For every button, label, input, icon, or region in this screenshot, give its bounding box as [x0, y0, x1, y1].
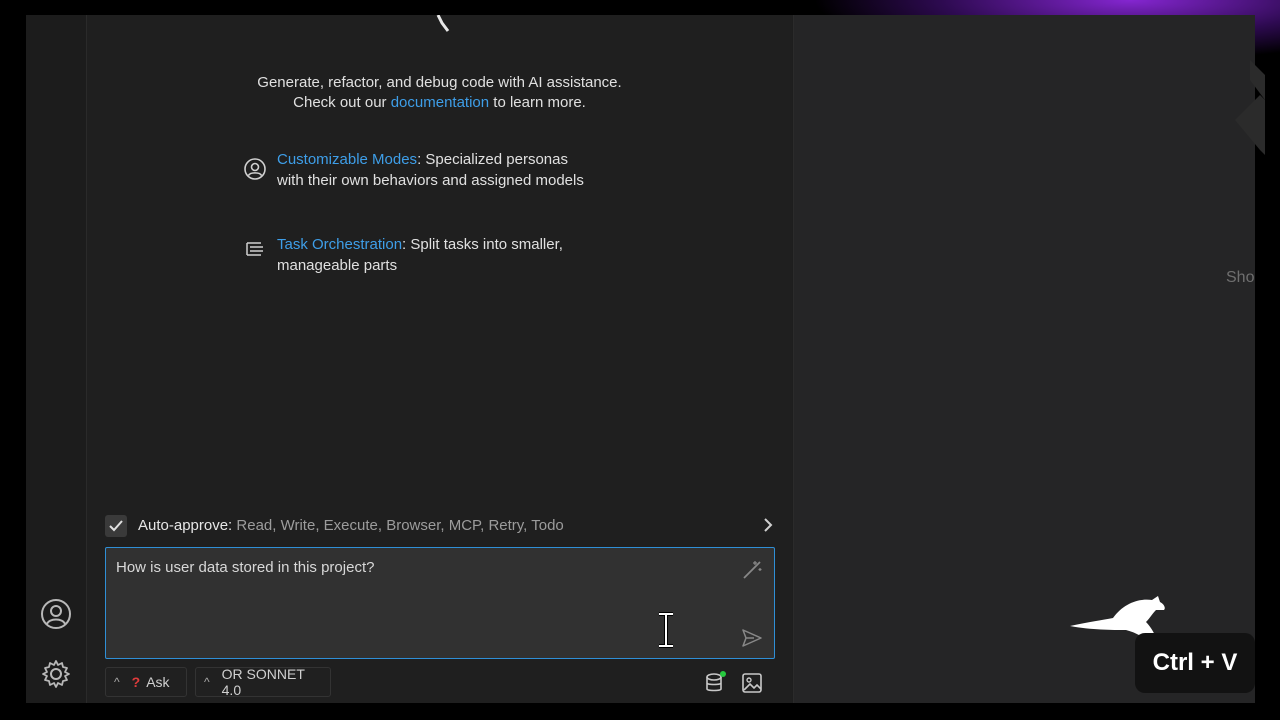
side-text: Sho — [1226, 269, 1255, 286]
feature-task-orchestration: Task Orchestration: Split tasks into sma… — [246, 234, 597, 276]
auto-approve-items: Read, Write, Execute, Browser, MCP, Retr… — [232, 517, 564, 534]
text-cursor-icon — [659, 612, 673, 648]
intro-suffix: to learn more. — [489, 94, 586, 111]
model-label: OR SONNET 4.0 — [221, 666, 305, 698]
intro-prefix: Check out our — [293, 94, 391, 111]
feature-title[interactable]: Customizable Modes — [277, 151, 417, 168]
chat-panel: Generate, refactor, and debug code with … — [87, 15, 792, 703]
editor-area — [793, 15, 1255, 703]
gear-icon — [42, 660, 70, 688]
mode-selector[interactable]: ^ ? Ask — [105, 667, 187, 697]
account-icon — [41, 599, 71, 629]
send-icon[interactable] — [740, 626, 764, 650]
bottom-toolbar: ^ ? Ask ^ OR SONNET 4.0 — [105, 666, 775, 699]
feature-customizable-modes: Customizable Modes: Specialized personas… — [244, 149, 597, 191]
activity-bar — [26, 15, 87, 703]
chevron-up-icon: ^ — [114, 675, 120, 689]
auto-approve-label: Auto-approve: — [138, 517, 233, 534]
auto-approve-checkbox[interactable] — [105, 515, 127, 537]
enhance-prompt-icon[interactable] — [740, 558, 764, 582]
database-icon[interactable] — [703, 671, 727, 695]
logo-fragment-icon — [436, 15, 450, 32]
settings-button[interactable] — [38, 656, 74, 692]
check-icon — [109, 520, 123, 532]
feature-title[interactable]: Task Orchestration — [277, 236, 402, 253]
task-list-icon — [246, 242, 263, 256]
image-icon[interactable] — [740, 671, 764, 695]
question-icon: ? — [131, 674, 141, 690]
intro-line-1: Generate, refactor, and debug code with … — [257, 74, 622, 91]
chat-input[interactable]: How is user data stored in this project? — [116, 559, 374, 576]
auto-approve-text: Auto-approve: Read, Write, Execute, Brow… — [138, 517, 564, 534]
intro-text: Generate, refactor, and debug code with … — [87, 73, 792, 113]
keyboard-shortcut-overlay: Ctrl + V — [1135, 633, 1255, 693]
chat-input-box[interactable]: How is user data stored in this project? — [105, 547, 775, 659]
background-diamond-shape — [1235, 60, 1265, 155]
user-circle-icon — [244, 158, 266, 180]
model-selector[interactable]: ^ OR SONNET 4.0 — [195, 666, 331, 698]
intro-line-2: Check out our documentation to learn mor… — [87, 93, 792, 113]
mode-label: Ask — [146, 674, 170, 690]
chevron-right-icon[interactable] — [761, 517, 775, 533]
auto-approve-row[interactable]: Auto-approve: Read, Write, Execute, Brow… — [105, 515, 775, 539]
documentation-link[interactable]: documentation — [391, 94, 489, 111]
account-button[interactable] — [38, 596, 74, 632]
chevron-up-icon: ^ — [204, 675, 210, 689]
